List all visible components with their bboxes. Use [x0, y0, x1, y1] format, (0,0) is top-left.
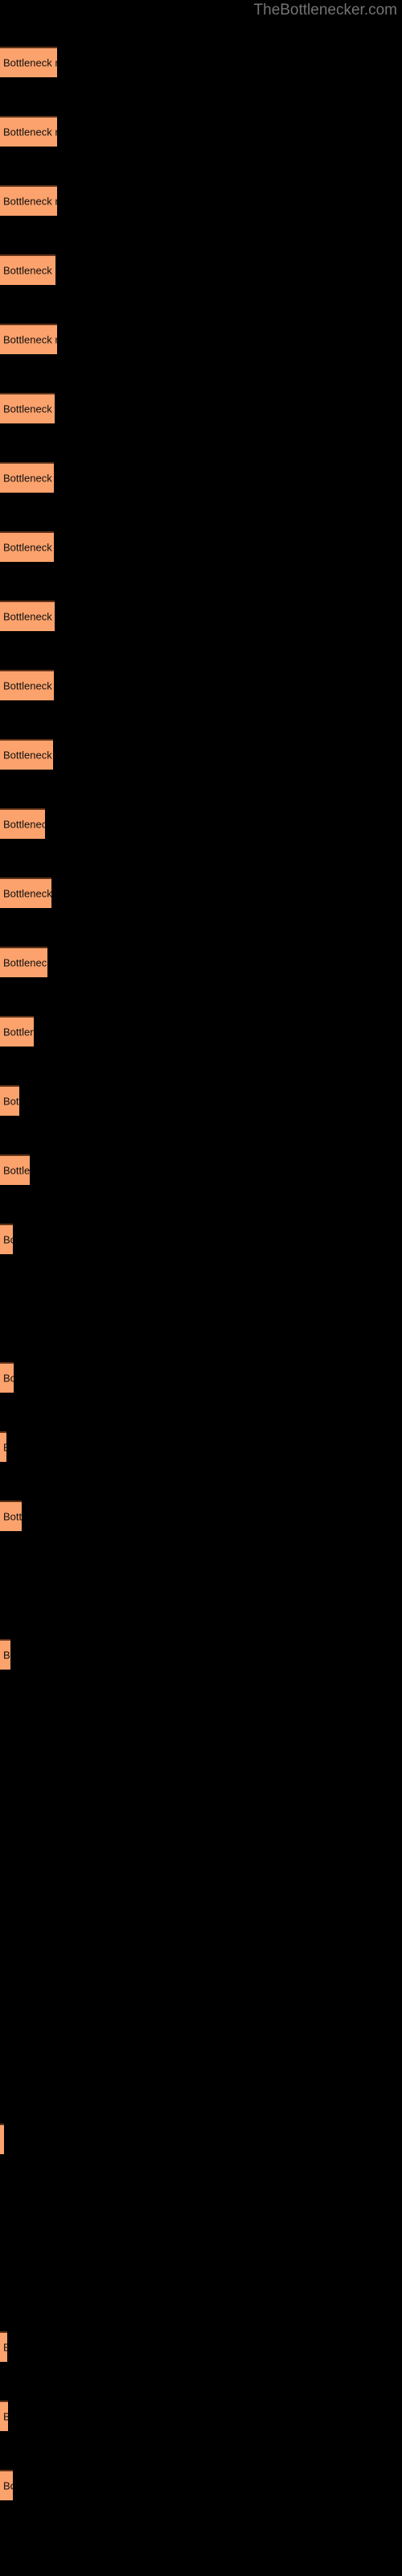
- bar-row: Bottleneck result: [0, 808, 402, 839]
- bar-row: Bottleneck result: [0, 601, 402, 631]
- bar-label: Bottleneck result: [3, 2479, 13, 2492]
- bar-22: Bottleneck result: [0, 1639, 10, 1670]
- bar-row: Bottleneck result: [0, 2331, 402, 2362]
- bar-row: Bottleneck result: [0, 462, 402, 493]
- bar-label: Bottleneck result: [3, 1443, 6, 1453]
- bar-label: Bottleneck result: [3, 56, 57, 69]
- bar-label: Bottleneck result: [3, 126, 57, 138]
- bar-row: Bottleneck result: [0, 2124, 402, 2154]
- bar-7: Bottleneck result: [0, 462, 54, 493]
- bar-row: Bottleneck result: [0, 1224, 402, 1254]
- bar-5: Bottleneck result: [0, 324, 57, 354]
- bar-label: Bottleneck result: [3, 818, 45, 831]
- bar-label: Bottleneck result: [3, 402, 55, 415]
- bar-8: Bottleneck result: [0, 531, 54, 562]
- bar-row: Bottleneck result: [0, 739, 402, 770]
- bar-label: Bottleneck result: [3, 1095, 19, 1108]
- bar-2: Bottleneck result: [0, 116, 57, 147]
- bar-row: Bottleneck result: [0, 393, 402, 423]
- bar-label: Bottleneck result: [3, 1510, 22, 1523]
- bar-row: Bottleneck result: [0, 324, 402, 354]
- bar-15: Bottleneck result: [0, 1016, 34, 1046]
- bar-4: Bottleneck result: [0, 254, 55, 285]
- bar-26: Bottleneck result: [0, 2470, 13, 2500]
- bar-6: Bottleneck result: [0, 393, 55, 423]
- bar-row: Bottleneck result: [0, 1431, 402, 1462]
- bar-row: Bottleneck result: [0, 254, 402, 285]
- bar-label: Bottleneck result: [3, 610, 55, 623]
- bar-13: Bottleneck result: [0, 877, 51, 908]
- bar-row: Bottleneck result: [0, 947, 402, 977]
- bar-row: Bottleneck result: [0, 1154, 402, 1185]
- bar-row: Bottleneck result: [0, 47, 402, 77]
- bar-label: Bottleneck result: [3, 1164, 30, 1177]
- bar-16: Bottleneck result: [0, 1085, 19, 1116]
- bar-11: Bottleneck result: [0, 739, 53, 770]
- bar-row: Bottleneck result: [0, 877, 402, 908]
- bar-row: Bottleneck result: [0, 2401, 402, 2431]
- bar-label: Bottleneck result: [3, 195, 57, 208]
- bar-19: Bottleneck result: [0, 1362, 14, 1393]
- bar-1: Bottleneck result: [0, 47, 57, 77]
- bar-25: Bottleneck result: [0, 2401, 8, 2431]
- bar-label: Bottleneck result: [3, 264, 55, 277]
- bar-label: Bottleneck result: [3, 2412, 8, 2422]
- bar-label: Bottleneck result: [3, 749, 53, 762]
- bar-20: Bottleneck result: [0, 1431, 6, 1462]
- bar-label: Bottleneck result: [3, 1372, 14, 1385]
- bottleneck-bar-chart: TheBottlenecker.com Bottleneck resultBot…: [0, 0, 402, 2576]
- bar-label: Bottleneck result: [3, 1649, 10, 1662]
- bar-row: Bottleneck result: [0, 2470, 402, 2500]
- bar-row: Bottleneck result: [0, 1085, 402, 1116]
- bar-label: Bottleneck result: [3, 887, 51, 900]
- bar-label: Bottleneck result: [3, 1233, 13, 1246]
- bar-21: Bottleneck result: [0, 1501, 22, 1531]
- bar-3: Bottleneck result: [0, 185, 57, 216]
- bar-row: Bottleneck result: [0, 1501, 402, 1531]
- bar-label: Bottleneck result: [3, 541, 54, 554]
- bar-label: Bottleneck result: [3, 2135, 4, 2145]
- bar-18: Bottleneck result: [0, 1224, 13, 1254]
- bar-label: Bottleneck result: [3, 472, 54, 485]
- bar-label: Bottleneck result: [3, 2343, 7, 2353]
- bar-row: Bottleneck result: [0, 1639, 402, 1670]
- bar-label: Bottleneck result: [3, 679, 54, 692]
- bar-row: Bottleneck result: [0, 116, 402, 147]
- bar-label: Bottleneck result: [3, 333, 57, 346]
- bar-row: Bottleneck result: [0, 1362, 402, 1393]
- bar-row: Bottleneck result: [0, 1016, 402, 1046]
- bar-17: Bottleneck result: [0, 1154, 30, 1185]
- bar-9: Bottleneck result: [0, 601, 55, 631]
- bar-label: Bottleneck result: [3, 1026, 34, 1038]
- bar-label: Bottleneck result: [3, 956, 47, 969]
- bar-10: Bottleneck result: [0, 670, 54, 700]
- bar-14: Bottleneck result: [0, 947, 47, 977]
- bar-row: Bottleneck result: [0, 670, 402, 700]
- bar-row: Bottleneck result: [0, 185, 402, 216]
- plot-area: Bottleneck result Bottleneck result Bottle…: [0, 0, 402, 2576]
- bar-row: Bottleneck result: [0, 531, 402, 562]
- bar-23: Bottleneck result: [0, 2124, 4, 2154]
- bar-24: Bottleneck result: [0, 2331, 7, 2362]
- bar-12: Bottleneck result: [0, 808, 45, 839]
